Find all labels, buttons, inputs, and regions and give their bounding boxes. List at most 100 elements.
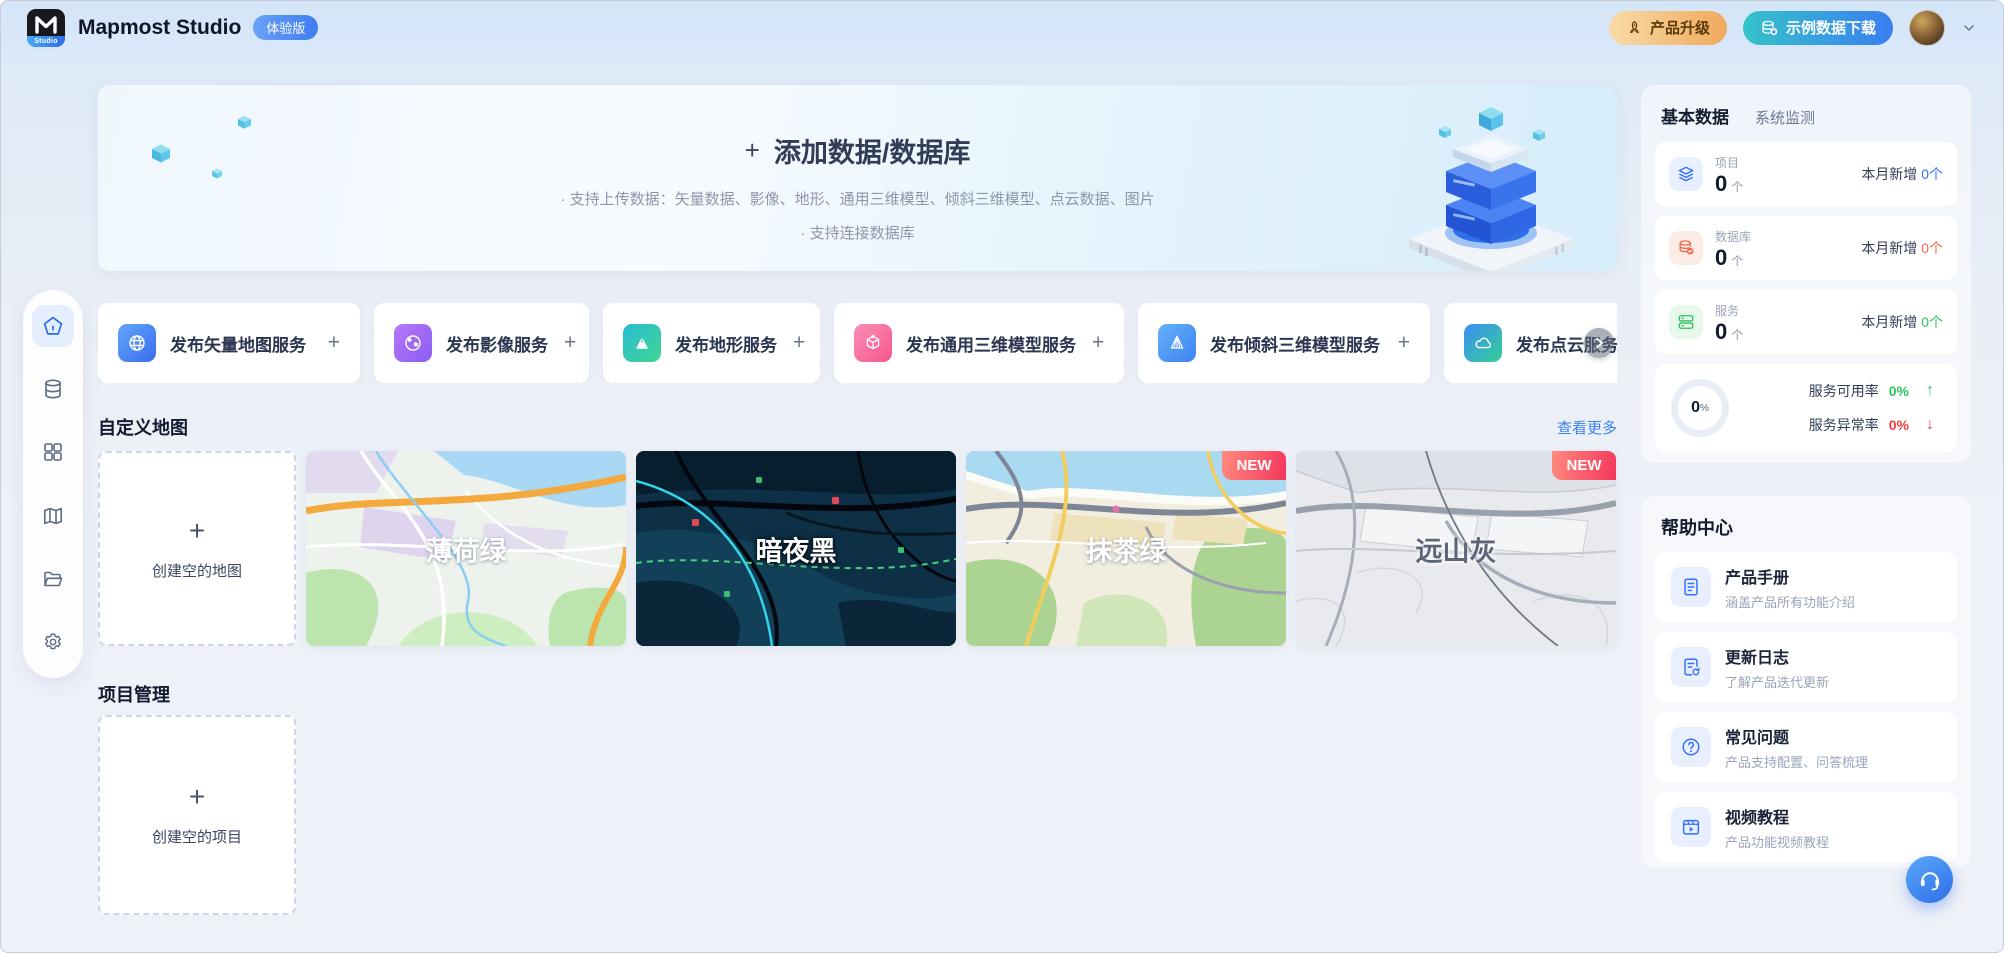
customer-support-button[interactable] <box>1906 856 1953 903</box>
terrain-icon <box>623 324 661 362</box>
stat-unit: 个 <box>1731 327 1744 342</box>
map-theme-card-matcha[interactable]: 抹茶绿 NEW <box>966 451 1286 646</box>
stat-card-services: 服务 0个 本月新增 0个 <box>1655 290 1957 354</box>
help-item-changelog[interactable]: 更新日志 了解产品迭代更新 <box>1655 632 1957 702</box>
map-theme-card-gray[interactable]: 远山灰 NEW <box>1296 451 1616 646</box>
publish-service-row: 发布矢量地图服务 + 发布影像服务 + 发布地形服务 + 发布通用三维模型服务 … <box>98 303 1617 383</box>
sidebar-item-home[interactable] <box>32 305 74 347</box>
scroll-right-button[interactable] <box>1584 328 1614 358</box>
server-icon <box>1669 305 1703 339</box>
help-item-desc: 产品支持配置、问答梳理 <box>1725 754 1869 770</box>
point-cloud-icon <box>1464 324 1502 362</box>
sidebar-item-apps[interactable] <box>32 431 74 473</box>
ring-unit: % <box>1700 402 1709 414</box>
headset-icon <box>1920 871 1939 890</box>
ring-value: 0 <box>1691 399 1700 416</box>
sample-data-download-button[interactable]: 示例数据下载 <box>1742 10 1893 45</box>
delta-value: 0个 <box>1921 240 1943 256</box>
plus-icon: + <box>793 331 806 354</box>
sidebar-item-projects[interactable] <box>32 558 74 600</box>
rocket-icon <box>1630 21 1639 34</box>
video-icon <box>1671 807 1711 847</box>
service-rate-card: 0% 服务可用率 0% ↑ 服务异常率 0% ↓ <box>1655 364 1957 452</box>
logo-m-icon <box>35 15 57 34</box>
stat-label: 项目 <box>1715 155 1740 170</box>
chevron-right-icon <box>1596 337 1603 349</box>
delta-label: 本月新增 <box>1861 314 1918 330</box>
publish-terrain-service-card[interactable]: 发布地形服务 + <box>603 303 820 383</box>
map-theme-label: 薄荷绿 <box>425 536 507 566</box>
map-theme-card-mint[interactable]: 薄荷绿 <box>306 451 626 646</box>
help-item-desc: 了解产品迭代更新 <box>1725 674 1830 690</box>
stat-value: 0 <box>1715 170 1728 196</box>
publish-oblique-3d-model-service-card[interactable]: 发布倾斜三维模型服务 + <box>1138 303 1430 383</box>
delta-value: 0个 <box>1921 314 1943 330</box>
faq-icon <box>1671 727 1711 767</box>
map-theme-label: 远山灰 <box>1415 536 1497 566</box>
trend-up-icon: ↑ <box>1926 382 1934 399</box>
user-avatar[interactable] <box>1909 9 1945 46</box>
stat-value: 0 <box>1715 244 1728 270</box>
sidebar-item-settings[interactable] <box>32 621 74 663</box>
product-upgrade-button[interactable]: 产品升级 <box>1608 10 1727 45</box>
custom-maps-header: 自定义地图 查看更多 <box>98 414 1617 440</box>
delta-value: 0个 <box>1921 166 1943 182</box>
create-project-label: 创建空的项目 <box>151 829 242 846</box>
publish-vector-map-service-card[interactable]: 发布矢量地图服务 + <box>98 303 360 383</box>
new-badge: NEW <box>1222 451 1286 480</box>
left-sidebar <box>23 290 83 678</box>
create-map-label: 创建空的地图 <box>151 562 242 580</box>
rate-label: 服务可用率 <box>1808 383 1879 399</box>
rate-label: 服务异常率 <box>1808 417 1879 433</box>
map-theme-row: + 创建空的地图 薄荷绿 暗夜黑 抹茶绿 NEW 远山灰 NEW <box>98 451 1616 646</box>
help-item-title: 常见问题 <box>1725 729 1790 747</box>
stat-unit: 个 <box>1731 179 1744 194</box>
stat-card-projects: 项目 0个 本月新增 0个 <box>1655 142 1957 206</box>
tab-system-monitor[interactable]: 系统监测 <box>1755 107 1815 128</box>
sidebar-item-data[interactable] <box>32 368 74 410</box>
help-item-manual[interactable]: 产品手册 涵盖产品所有功能介绍 <box>1655 552 1957 622</box>
database-icon <box>45 379 61 399</box>
header: Studio Mapmost Studio 体验版 产品升级 示例数据下载 <box>1 1 2003 54</box>
help-item-title: 视频教程 <box>1725 809 1790 827</box>
plus-icon: + <box>327 331 340 354</box>
trial-version-badge: 体验版 <box>253 15 319 40</box>
stat-label: 服务 <box>1715 303 1740 318</box>
plus-icon: + <box>188 514 206 546</box>
view-more-link[interactable]: 查看更多 <box>1557 417 1617 438</box>
create-empty-project-card[interactable]: + 创建空的项目 <box>98 715 296 915</box>
stats-tabs: 基本数据 系统监测 <box>1661 103 1957 128</box>
mapmost-studio-app: Studio Mapmost Studio 体验版 产品升级 示例数据下载 + … <box>0 0 2004 953</box>
help-item-faq[interactable]: 常见问题 产品支持配置、问答梳理 <box>1655 712 1957 782</box>
help-item-title: 更新日志 <box>1725 649 1790 667</box>
delta-label: 本月新增 <box>1861 166 1918 182</box>
publish-generic-3d-model-service-card[interactable]: 发布通用三维模型服务 + <box>834 303 1124 383</box>
help-item-title: 产品手册 <box>1725 569 1790 587</box>
stats-panel: 基本数据 系统监测 项目 0个 本月新增 0个 数据库 0个 本月新增 0个 服… <box>1641 85 1971 463</box>
map-theme-card-dark[interactable]: 暗夜黑 <box>636 451 956 646</box>
floating-cubes-decor <box>152 115 251 179</box>
chevron-down-icon[interactable] <box>1961 20 1977 36</box>
product-upgrade-label: 产品升级 <box>1649 20 1710 37</box>
stat-unit: 个 <box>1731 253 1744 268</box>
plus-icon: + <box>744 135 760 165</box>
globe-imagery-icon <box>394 324 432 362</box>
logo-studio-label: Studio <box>27 35 65 47</box>
page-title: Mapmost Studio <box>78 15 242 39</box>
tab-basic-data[interactable]: 基本数据 <box>1661 103 1729 128</box>
help-item-video[interactable]: 视频教程 产品功能视频教程 <box>1655 792 1957 862</box>
stat-card-databases: 数据库 0个 本月新增 0个 <box>1655 216 1957 280</box>
rate-value: 0% <box>1888 383 1909 399</box>
map-icon <box>44 507 62 524</box>
create-empty-map-card[interactable]: + 创建空的地图 <box>98 451 296 646</box>
database-stack-illustration <box>1409 107 1573 271</box>
publish-imagery-service-card[interactable]: 发布影像服务 + <box>374 303 589 383</box>
service-label: 发布地形服务 <box>675 335 777 355</box>
help-center-panel: 帮助中心 产品手册 涵盖产品所有功能介绍 更新日志 了解产品迭代更新 常见问题 … <box>1641 496 1971 868</box>
plus-icon: + <box>1092 331 1105 354</box>
sidebar-item-maps[interactable] <box>32 495 74 537</box>
globe-grid-icon <box>118 324 156 362</box>
add-data-banner[interactable]: + 添加数据/数据库 · 支持上传数据：矢量数据、影像、地形、通用三维模型、倾斜… <box>98 85 1617 271</box>
plus-icon: + <box>564 331 577 354</box>
map-theme-label: 暗夜黑 <box>755 536 837 566</box>
